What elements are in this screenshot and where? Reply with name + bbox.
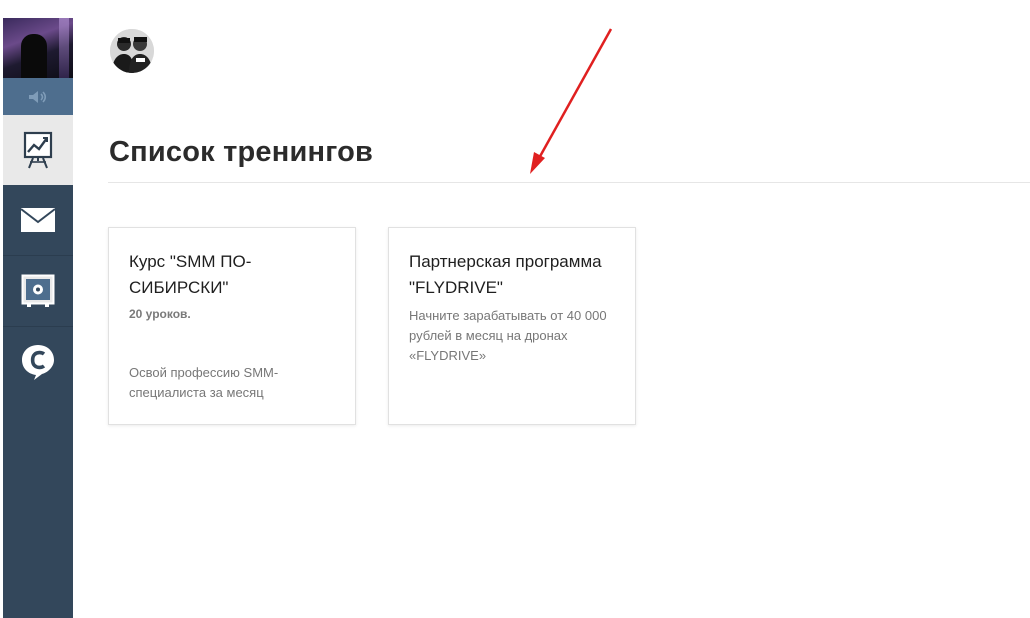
training-card-smm[interactable]: Курс "SMM ПО-СИБИРСКИ" 20 уроков. Освой … <box>108 227 356 425</box>
page-title: Список тренингов <box>109 136 374 168</box>
profile-cover-image[interactable] <box>3 18 73 78</box>
card-description: Освой профессию SMM-специалиста за месяц <box>129 365 279 400</box>
card-title: Партнерская программа "FLYDRIVE" <box>409 252 602 297</box>
speaker-icon <box>29 90 47 103</box>
cover-tower <box>59 18 69 78</box>
presentation-chart-icon <box>23 131 53 169</box>
safe-icon <box>21 274 55 307</box>
lesson-count: 20 уроков. <box>129 307 191 321</box>
card-description: Начните зарабатывать от 40 000 рублей в … <box>409 308 607 363</box>
speech-c-logo-icon <box>22 345 54 380</box>
card-title: Курс "SMM ПО-СИБИРСКИ" <box>129 252 252 297</box>
cover-figure <box>21 34 47 78</box>
sound-toggle[interactable] <box>3 78 73 115</box>
title-divider <box>108 182 1030 183</box>
sidebar-item-trainings[interactable] <box>3 115 73 185</box>
sidebar-item-brand[interactable] <box>3 327 73 397</box>
sidebar-item-messages[interactable] <box>3 185 73 256</box>
avatar-photo <box>110 29 154 73</box>
sidebar-item-safe[interactable] <box>3 256 73 327</box>
training-card-flydrive[interactable]: Партнерская программа "FLYDRIVE" Начните… <box>388 227 636 425</box>
avatar[interactable] <box>110 29 154 73</box>
envelope-icon <box>20 208 56 232</box>
sidebar <box>3 18 73 618</box>
